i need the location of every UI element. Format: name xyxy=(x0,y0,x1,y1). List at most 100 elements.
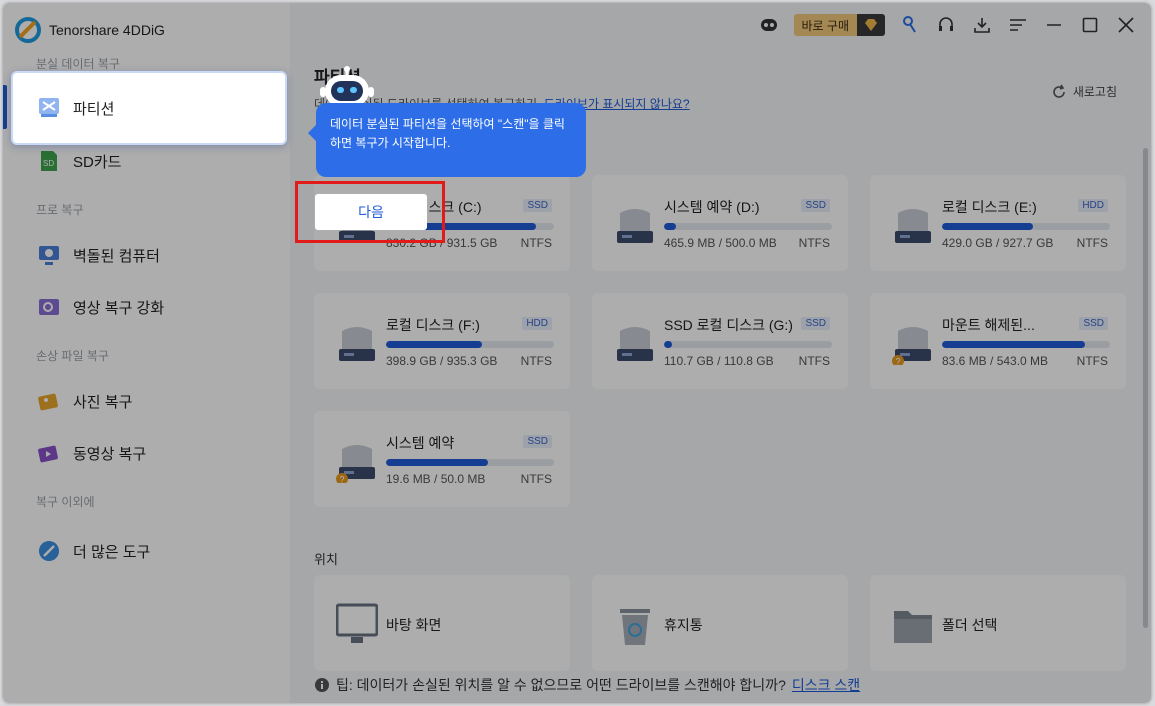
desktop-icon xyxy=(336,603,378,643)
brand: Tenorshare 4DDiG xyxy=(15,17,165,43)
drive-name: 시스템 예약 (D:) xyxy=(664,199,760,215)
highlighted-item-label: 파티션 xyxy=(73,101,115,118)
drive-name: 로컬 디스크 (F:) xyxy=(386,317,480,333)
app-logo-icon xyxy=(15,17,41,43)
key-icon[interactable] xyxy=(899,14,921,36)
drive-filesystem: NTFS xyxy=(798,354,830,368)
drive-icon xyxy=(895,209,931,243)
minimize-icon[interactable] xyxy=(1043,14,1065,36)
drive-card[interactable]: SSD 로컬 디스크 (G:) SSD 110.7 GB / 110.8 GB NTF… xyxy=(592,293,848,389)
app-window: Tenorshare 4DDiG 분실 데이터 복구 파티션 SD SD카드 프… xyxy=(3,3,1151,703)
sidebar-item-label: 동영상 복구 xyxy=(73,445,147,463)
section-heading-damaged-file: 손상 파일 복구 xyxy=(36,349,109,363)
headset-icon[interactable] xyxy=(935,14,957,36)
drive-size: 19.6 MB / 50.0 MB xyxy=(386,472,486,486)
recycle-bin-icon xyxy=(620,609,650,645)
refresh-icon xyxy=(1053,84,1065,98)
drive-size: 110.7 GB / 110.8 GB xyxy=(664,354,774,368)
location-select-folder[interactable]: 폴더 선택 xyxy=(870,575,1126,671)
location-name: 폴더 선택 xyxy=(942,617,998,633)
drive-usage-fill xyxy=(386,341,482,348)
sidebar-item-crashed-computer[interactable]: 벽돌된 컴퓨터 xyxy=(15,231,283,279)
location-heading: 위치 xyxy=(314,552,338,567)
drive-filesystem: NTFS xyxy=(798,236,830,250)
drive-icon xyxy=(339,327,375,361)
sd-card-icon: SD xyxy=(41,151,57,171)
drive-usage-bar xyxy=(664,223,832,230)
drive-name: 마운트 해제된... xyxy=(942,317,1035,333)
location-desktop[interactable]: 바탕 화면 xyxy=(314,575,570,671)
svg-text:?: ? xyxy=(340,475,345,484)
drive-filesystem: NTFS xyxy=(1076,236,1108,250)
refresh-button[interactable]: 새로고침 xyxy=(1043,79,1125,104)
location-name: 바탕 화면 xyxy=(386,617,442,633)
tip-bar: 팁: 데이터가 손실된 위치를 알 수 없으므로 어떤 드라이브를 스캔해야 합… xyxy=(314,675,860,695)
disk-scan-link[interactable]: 디스크 스캔 xyxy=(792,675,860,695)
drive-usage-bar xyxy=(664,341,832,348)
next-button[interactable]: 다음 xyxy=(315,194,427,230)
buy-now-button[interactable]: 바로 구매 xyxy=(793,14,885,36)
assistant-icon[interactable] xyxy=(758,14,780,36)
location-recycle-bin[interactable]: 휴지통 xyxy=(592,575,848,671)
partition-icon xyxy=(39,98,59,117)
active-indicator xyxy=(3,85,7,129)
drive-usage-fill xyxy=(942,223,1033,230)
drive-type-badge: SSD xyxy=(1079,317,1108,330)
drive-card[interactable]: ? 시스템 예약 SSD 19.6 MB / 50.0 MB NTFS xyxy=(314,411,570,507)
drive-usage-bar xyxy=(386,459,554,466)
sidebar-item-video-repair[interactable]: 동영상 복구 xyxy=(15,429,283,477)
drive-usage-bar xyxy=(942,341,1110,348)
drive-filesystem: NTFS xyxy=(520,236,552,250)
location-name: 휴지통 xyxy=(664,617,703,633)
drive-icon xyxy=(617,209,653,243)
drive-type-badge: SSD xyxy=(801,317,830,330)
refresh-label: 새로고침 xyxy=(1072,85,1117,99)
scrollbar[interactable] xyxy=(1143,148,1148,628)
download-icon[interactable] xyxy=(971,14,993,36)
drive-name: 로컬 디스크 (E:) xyxy=(942,199,1037,215)
drive-name: 시스템 예약 xyxy=(386,435,455,451)
drive-type-badge: HDD xyxy=(1078,199,1108,212)
close-icon[interactable] xyxy=(1115,14,1137,36)
drive-filesystem: NTFS xyxy=(520,472,552,486)
svg-text:SD: SD xyxy=(43,159,54,168)
sidebar-item-more-tools[interactable]: 더 많은 도구 xyxy=(15,527,283,575)
drive-card[interactable]: 로컬 디스크 (E:) HDD 429.0 GB / 927.7 GB NTFS xyxy=(870,175,1126,271)
drive-card[interactable]: ? 마운트 해제된... SSD 83.6 MB / 543.0 MB NTFS xyxy=(870,293,1126,389)
drive-type-badge: SSD xyxy=(523,435,552,448)
maximize-icon[interactable] xyxy=(1079,14,1101,36)
drive-usage-bar xyxy=(942,223,1110,230)
drive-usage-fill xyxy=(664,223,676,230)
svg-text:?: ? xyxy=(896,357,901,366)
drive-type-badge: SSD xyxy=(523,199,552,212)
tools-icon xyxy=(39,541,59,561)
drive-card[interactable]: 시스템 예약 (D:) SSD 465.9 MB / 500.0 MB NTFS xyxy=(592,175,848,271)
drive-card[interactable]: 로컬 디스크 (F:) HDD 398.9 GB / 935.3 GB NTFS xyxy=(314,293,570,389)
section-heading-pro: 프로 복구 xyxy=(36,203,84,217)
highlighted-partition-item[interactable]: 파티션 xyxy=(11,71,287,145)
sidebar-item-label: 벽돌된 컴퓨터 xyxy=(73,247,160,265)
buy-now-label: 바로 구매 xyxy=(801,18,850,33)
crashed-computer-icon xyxy=(39,246,59,265)
sidebar-item-label: SD카드 xyxy=(73,153,122,171)
menu-icon[interactable] xyxy=(1007,14,1029,36)
folder-icon xyxy=(894,611,932,643)
video-icon xyxy=(38,445,58,463)
drive-icon xyxy=(617,327,653,361)
sidebar-item-label: 영상 복구 강화 xyxy=(73,299,165,317)
drive-icon: ? xyxy=(892,327,931,366)
photo-icon xyxy=(38,393,58,411)
drive-size: 465.9 MB / 500.0 MB xyxy=(664,236,777,250)
title-bar: 바로 구매 xyxy=(758,3,1152,47)
section-heading-beyond-recovery: 복구 이외에 xyxy=(36,495,95,509)
drive-usage-bar xyxy=(386,341,554,348)
video-enhance-icon xyxy=(39,299,59,315)
drive-size: 429.0 GB / 927.7 GB xyxy=(942,236,1054,250)
drive-usage-fill xyxy=(942,341,1085,348)
sidebar-item-photo-repair[interactable]: 사진 복구 xyxy=(15,377,283,425)
drive-filesystem: NTFS xyxy=(520,354,552,368)
drive-size: 398.9 GB / 935.3 GB xyxy=(386,354,498,368)
drive-size: 83.6 MB / 543.0 MB xyxy=(942,354,1049,368)
drive-name: SSD 로컬 디스크 (G:) xyxy=(664,317,793,333)
sidebar-item-video-enhance[interactable]: 영상 복구 강화 xyxy=(15,283,283,331)
